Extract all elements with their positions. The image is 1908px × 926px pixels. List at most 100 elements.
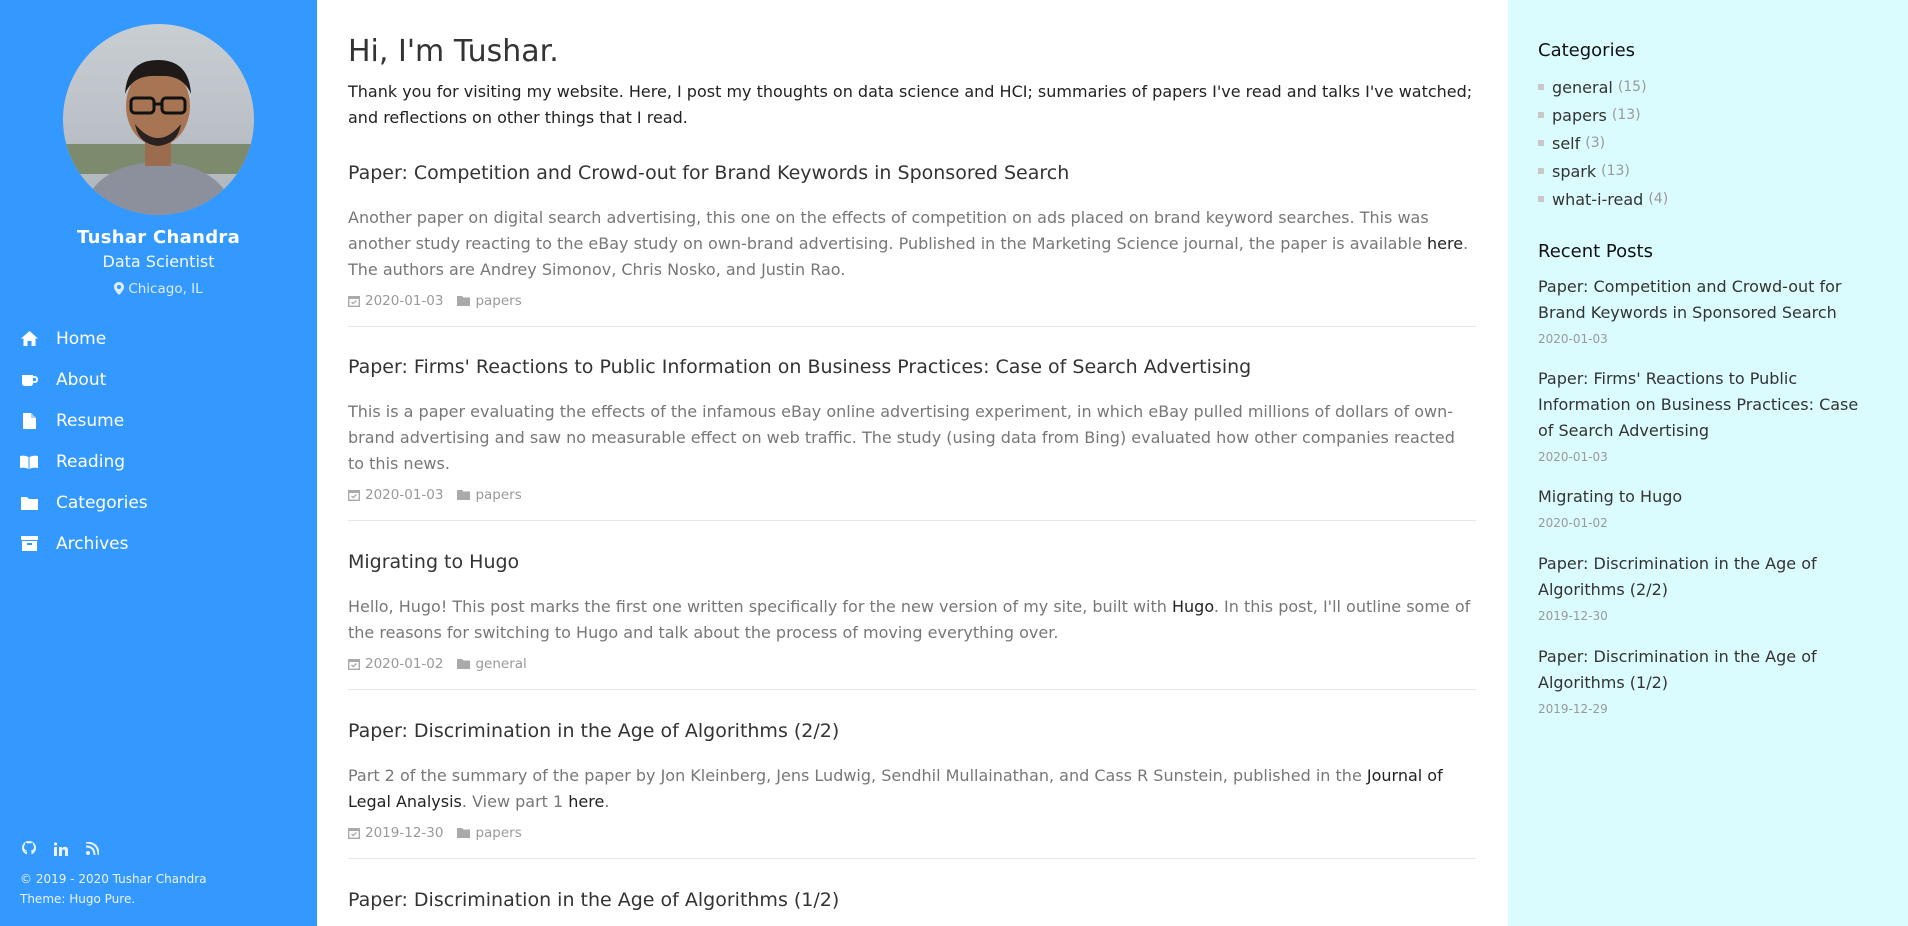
category-count: (13) — [1601, 163, 1630, 179]
sidebar-footer: © 2019 - 2020 Tushar Chandra Theme: Hugo… — [20, 869, 207, 909]
bullet-icon — [1538, 84, 1544, 90]
category-count: (3) — [1585, 135, 1606, 151]
home-icon — [20, 330, 38, 348]
post-category[interactable]: papers — [475, 293, 521, 309]
nav-label-archives: Archives — [56, 533, 129, 554]
nav-item-about[interactable]: About — [0, 359, 317, 400]
nav-item-reading[interactable]: Reading — [0, 441, 317, 482]
recent-post-date: 2019-12-30 — [1538, 609, 1608, 623]
summary-text: Part 2 of the summary of the paper by Jo… — [348, 766, 1367, 785]
summary-link[interactable]: Hugo — [1172, 597, 1214, 616]
copyright-text: © 2019 - 2020 Tushar Chandra — [20, 872, 207, 886]
social-links — [20, 840, 101, 857]
intro-text: Thank you for visiting my website. Here,… — [348, 82, 1473, 127]
post-date: 2020-01-03 — [365, 487, 444, 503]
nav-item-resume[interactable]: Resume — [0, 400, 317, 441]
map-pin-icon — [114, 282, 125, 299]
category-item[interactable]: spark (13) — [1538, 157, 1668, 185]
recent-post-item: Paper: Discrimination in the Age of Algo… — [1538, 551, 1878, 623]
folder-icon — [457, 490, 471, 500]
bullet-icon — [1538, 196, 1544, 202]
post-summary: Hello, Hugo! This post marks the first o… — [348, 594, 1476, 646]
post-title[interactable]: Migrating to Hugo — [348, 549, 1476, 575]
categories-list: general (15) papers (13) self (3) spark … — [1538, 73, 1668, 213]
profile-name: Tushar Chandra — [76, 227, 241, 248]
sidebar-nav: Home About Resume Reading Categories Arc… — [0, 318, 317, 564]
sidebar: Tushar Chandra Data Scientist Chicago, I… — [0, 0, 317, 926]
post-title[interactable]: Paper: Firms' Reactions to Public Inform… — [348, 354, 1476, 380]
category-name: general — [1552, 77, 1613, 97]
github-icon[interactable] — [20, 840, 37, 857]
avatar[interactable] — [63, 24, 254, 215]
recent-post-item: Paper: Competition and Crowd-out for Bra… — [1538, 274, 1878, 346]
post-item: Paper: Firms' Reactions to Public Inform… — [348, 354, 1476, 521]
folder-icon — [457, 296, 471, 306]
nav-label-home: Home — [56, 328, 107, 349]
post-meta: 2020-01-03 papers — [348, 487, 1476, 503]
profile-job-title: Data Scientist — [102, 252, 215, 271]
category-name: self — [1552, 133, 1581, 153]
recent-post-title[interactable]: Paper: Discrimination in the Age of Algo… — [1538, 644, 1878, 696]
post-category[interactable]: general — [475, 656, 526, 672]
calendar-icon — [348, 489, 360, 501]
recent-post-title[interactable]: Paper: Firms' Reactions to Public Inform… — [1538, 366, 1878, 444]
archive-icon — [20, 535, 38, 553]
post-meta: 2020-01-03 papers — [348, 293, 1476, 309]
summary-text: . — [604, 792, 610, 811]
nav-item-categories[interactable]: Categories — [0, 482, 317, 523]
recent-post-title[interactable]: Paper: Competition and Crowd-out for Bra… — [1538, 274, 1878, 326]
nav-label-categories: Categories — [56, 492, 148, 513]
category-name: what-i-read — [1552, 189, 1644, 209]
post-summary: Another paper on digital search advertis… — [348, 205, 1476, 283]
post-title[interactable]: Paper: Competition and Crowd-out for Bra… — [348, 160, 1476, 186]
location-text: Chicago, IL — [128, 281, 203, 297]
recent-post-date: 2020-01-03 — [1538, 450, 1608, 464]
post-title[interactable]: Paper: Discrimination in the Age of Algo… — [348, 887, 1476, 913]
bullet-icon — [1538, 112, 1544, 118]
category-count: (13) — [1611, 107, 1641, 123]
nav-label-about: About — [56, 369, 107, 390]
theme-credit[interactable]: Theme: Hugo Pure. — [20, 889, 207, 909]
post-summary: Part 2 of the summary of the paper by Jo… — [348, 763, 1476, 815]
post-meta: 2019-12-30 papers — [348, 825, 1476, 841]
folder-icon — [20, 494, 38, 512]
category-item[interactable]: papers (13) — [1538, 101, 1668, 129]
nav-item-home[interactable]: Home — [0, 318, 317, 359]
category-name: spark — [1552, 161, 1597, 181]
rss-icon[interactable] — [84, 840, 101, 857]
bullet-icon — [1538, 140, 1544, 146]
recent-post-title[interactable]: Migrating to Hugo — [1538, 484, 1878, 510]
post-date: 2019-12-30 — [365, 825, 444, 841]
category-name: papers — [1552, 105, 1607, 125]
nav-label-resume: Resume — [56, 410, 125, 431]
post-item: Migrating to Hugo Hello, Hugo! This post… — [348, 549, 1476, 690]
summary-text: . View part 1 — [461, 792, 569, 811]
bullet-icon — [1538, 168, 1544, 174]
post-category[interactable]: papers — [475, 487, 521, 503]
recent-post-item: Migrating to Hugo 2020-01-02 — [1538, 484, 1878, 530]
linkedin-icon[interactable] — [52, 840, 69, 857]
summary-link[interactable]: here — [1427, 234, 1463, 253]
post-date: 2020-01-02 — [365, 656, 444, 672]
post-item: Paper: Discrimination in the Age of Algo… — [348, 718, 1476, 859]
file-icon — [20, 412, 38, 430]
post-item: Paper: Competition and Crowd-out for Bra… — [348, 160, 1476, 327]
nav-item-archives[interactable]: Archives — [0, 523, 317, 564]
folder-icon — [457, 659, 471, 669]
recent-post-item: Paper: Firms' Reactions to Public Inform… — [1538, 366, 1878, 464]
category-count: (4) — [1648, 191, 1669, 207]
recent-posts-heading: Recent Posts — [1538, 241, 1653, 262]
book-icon — [20, 453, 38, 471]
category-item[interactable]: what-i-read (4) — [1538, 185, 1668, 213]
post-title[interactable]: Paper: Discrimination in the Age of Algo… — [348, 718, 1476, 744]
calendar-icon — [348, 827, 360, 839]
post-category[interactable]: papers — [475, 825, 521, 841]
nav-label-reading: Reading — [56, 451, 126, 472]
categories-heading: Categories — [1538, 40, 1636, 61]
category-item[interactable]: self (3) — [1538, 129, 1668, 157]
category-item[interactable]: general (15) — [1538, 73, 1668, 101]
right-sidebar: Categories general (15) papers (13) self… — [1508, 0, 1908, 926]
summary-link[interactable]: here — [568, 792, 604, 811]
recent-post-date: 2020-01-03 — [1538, 332, 1608, 346]
recent-post-title[interactable]: Paper: Discrimination in the Age of Algo… — [1538, 551, 1878, 603]
